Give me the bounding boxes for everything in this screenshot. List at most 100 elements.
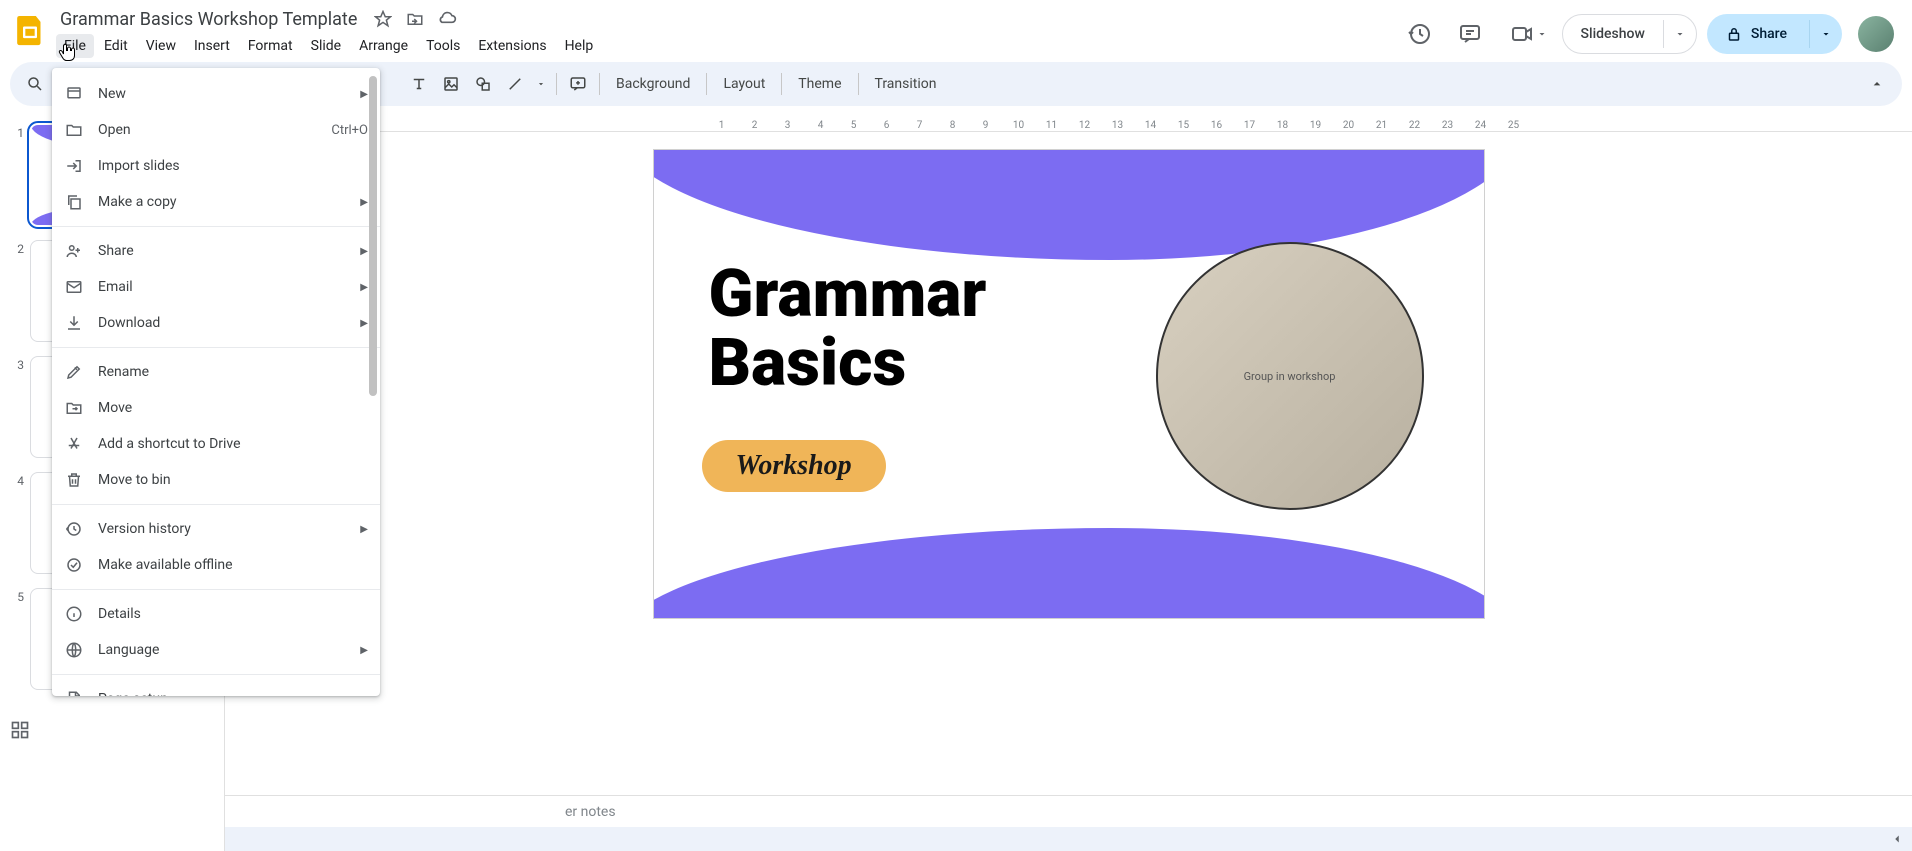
menu-item-version[interactable]: Version history ▶ [52,511,380,547]
menu-slide[interactable]: Slide [303,34,349,58]
image-icon [442,75,460,93]
insert-shape-button[interactable] [468,69,498,99]
transition-button[interactable]: Transition [865,70,947,98]
line-icon [506,75,524,93]
separator [858,73,859,95]
account-avatar[interactable] [1858,16,1894,52]
globe-icon [64,640,84,660]
insert-line-button[interactable] [500,69,530,99]
textbox-button[interactable] [404,69,434,99]
menu-view[interactable]: View [138,34,184,58]
horizontal-ruler: 1234567891011121314151617181920212223242… [225,114,1912,132]
menu-insert[interactable]: Insert [186,34,238,58]
menu-file[interactable]: File [56,34,94,58]
canvas-viewport[interactable]: Grammar Basics Workshop Group in worksho… [225,132,1912,791]
menu-bar: File Edit View Insert Format Slide Arran… [56,34,601,58]
menu-item-trash[interactable]: Move to bin [52,462,380,498]
menu-item-new[interactable]: New ▶ [52,76,380,112]
theme-button[interactable]: Theme [788,70,851,98]
share-icon [64,241,84,261]
meet-button[interactable] [1500,16,1552,52]
history-icon [64,519,84,539]
collapse-toolbar-button[interactable] [1862,69,1892,99]
menu-item-import[interactable]: Import slides [52,148,380,184]
chevron-down-icon [1674,28,1686,40]
cloud-status-icon[interactable] [437,9,457,29]
move-folder-icon[interactable] [405,9,425,29]
submenu-arrow-icon: ▶ [360,246,368,257]
dropdown-scrollbar[interactable] [368,76,378,688]
submenu-arrow-icon: ▶ [360,89,368,100]
menu-extensions[interactable]: Extensions [470,34,554,58]
separator [556,73,557,95]
menu-item-download[interactable]: Download ▶ [52,305,380,341]
background-button[interactable]: Background [606,70,700,98]
grid-icon [10,720,30,740]
shape-icon [474,75,492,93]
slideshow-dropdown[interactable] [1663,20,1696,48]
import-icon [64,156,84,176]
slide-title[interactable]: Grammar Basics [709,260,987,399]
menu-tools[interactable]: Tools [418,34,468,58]
menu-edit[interactable]: Edit [96,34,136,58]
slide-canvas[interactable]: Grammar Basics Workshop Group in worksho… [654,150,1484,618]
menu-item-language[interactable]: Language ▶ [52,632,380,668]
canvas-area: 1234567891011121314151617181920212223242… [225,114,1912,851]
chevron-left-icon [1890,832,1904,846]
menu-item-rename[interactable]: Rename [52,354,380,390]
slide-badge[interactable]: Workshop [702,440,886,492]
submenu-arrow-icon: ▶ [360,524,368,535]
menu-item-offline[interactable]: Make available offline [52,547,380,583]
submenu-arrow-icon: ▶ [360,318,368,329]
chevron-up-icon [1869,76,1885,92]
document-title[interactable]: Grammar Basics Workshop Template [56,8,361,31]
explore-button[interactable] [1890,832,1904,846]
menu-item-pagesetup[interactable]: Page setup [52,681,380,696]
menu-item-copy[interactable]: Make a copy ▶ [52,184,380,220]
chevron-down-icon [1820,28,1832,40]
line-dropdown[interactable] [532,69,550,99]
insert-image-button[interactable] [436,69,466,99]
grid-view-button[interactable] [10,720,34,744]
email-icon [64,277,84,297]
menu-item-shortcut[interactable]: Add a shortcut to Drive [52,426,380,462]
title-area: Grammar Basics Workshop Template File Ed… [56,6,601,58]
menu-separator [52,589,380,590]
layout-button[interactable]: Layout [713,70,775,98]
share-label: Share [1751,26,1787,42]
info-icon [64,604,84,624]
submenu-arrow-icon: ▶ [360,282,368,293]
slideshow-label: Slideshow [1563,18,1663,50]
drive-shortcut-icon [64,434,84,454]
menu-item-open[interactable]: Open Ctrl+O [52,112,380,148]
header-right: Slideshow Share [1400,6,1902,62]
slide-image[interactable]: Group in workshop [1156,242,1424,510]
menu-item-email[interactable]: Email ▶ [52,269,380,305]
share-button[interactable]: Share [1707,14,1842,54]
menu-separator [52,674,380,675]
insert-comment-button[interactable] [563,69,593,99]
menu-item-move[interactable]: Move [52,390,380,426]
header: Grammar Basics Workshop Template File Ed… [0,0,1912,62]
search-menus-button[interactable] [20,69,50,99]
rename-icon [64,362,84,382]
comments-icon[interactable] [1450,14,1490,54]
app-logo-icon[interactable] [10,10,50,50]
bottom-bar [225,827,1912,851]
menu-help[interactable]: Help [557,34,602,58]
menu-arrange[interactable]: Arrange [351,34,416,58]
separator [599,73,600,95]
star-icon[interactable] [373,9,393,29]
thumb-number: 2 [6,240,24,342]
history-icon[interactable] [1400,14,1440,54]
menu-separator [52,347,380,348]
speaker-notes[interactable]: er notes [225,795,1912,827]
separator [706,73,707,95]
slideshow-button[interactable]: Slideshow [1562,14,1697,54]
menu-format[interactable]: Format [240,34,301,58]
slide-wave-bottom [654,528,1484,618]
menu-item-share[interactable]: Share ▶ [52,233,380,269]
textbox-icon [410,75,428,93]
menu-item-details[interactable]: Details [52,596,380,632]
share-dropdown[interactable] [1809,20,1842,48]
